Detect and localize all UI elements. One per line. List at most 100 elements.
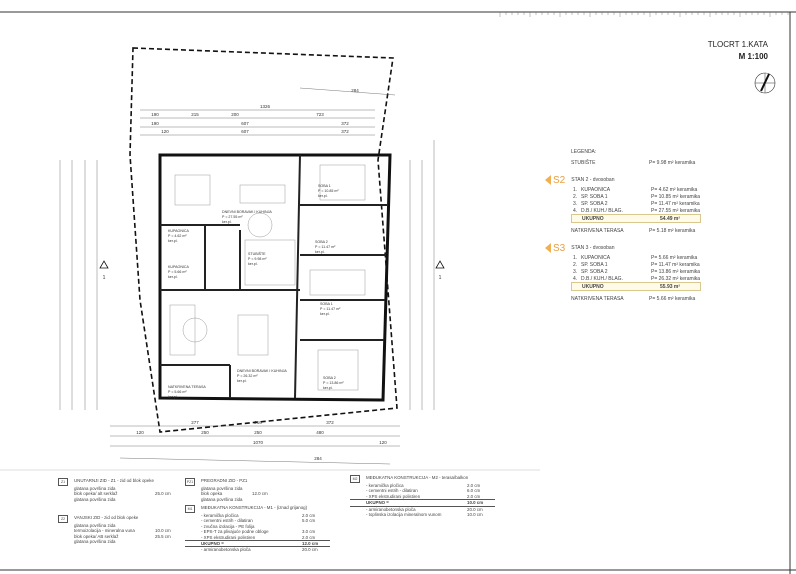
construction-note: PZ1 PREGRADNI ZID - PZ1 glatana površina z… [185,478,280,502]
room-name: SOBA 1 [318,184,331,188]
note-line: - XPS ekstrudirani polistiren 2.0 cm [350,494,495,499]
note-thickness [155,497,183,502]
note-title: PREGRADNI ZID - PZ1 [201,478,248,483]
svg-text:1: 1 [103,275,106,281]
note-thickness: 20.0 cm [302,547,318,553]
legend-stairs: STUBIŠTE P= 9.98 m² keramika [571,159,785,166]
room-name: D.B./ KUH./ BLAG. [581,275,623,282]
room-number: 3. [573,200,578,207]
dimension-label: 190 [151,112,159,117]
note-title: MEĐUKATNA KONSTRUKCIJA - M1 - (iznad gri… [201,505,308,510]
note-line: - armiranobetonska ploča 20.0 cm [185,547,330,552]
room-name: KUPAONICA [581,186,611,193]
legend-unit: S2 STAN 2 - dvosoban 1. KUPAONICA P= 4.6… [545,174,785,234]
room-number: 2. [573,261,578,268]
room-name: D.B./ KUH./ BLAG. [581,207,623,214]
room-area: P = 26.32 m² [237,374,258,378]
dimension-label: 216 [254,420,262,425]
room-floor: ker.pl. [323,386,333,390]
note-layer: - armiranobetonska ploča [201,547,251,553]
note-line: - toplinska izolacija mineralnom vunom 10… [350,512,495,517]
room-label: KUPAONICA P = 4.62 m² ker.pl. [168,229,190,243]
construction-note: Z2 VANJSKI ZID - zid od blok opeke glatana… [58,515,183,545]
dimension-label: 723 [316,112,324,117]
legend-total-row: UKUPNO 54.49 m² [571,214,701,223]
dimension-label: 284 [351,88,359,93]
room-name: SP. SOBA 1 [581,261,608,268]
note-thickness [252,497,280,502]
legend-stairs-name: STUBIŠTE [571,159,596,166]
room-area: P = 5.66 m² [168,390,187,394]
construction-note: M1 MEĐUKATNA KONSTRUKCIJA - M1 - (iznad g… [185,505,330,553]
sum-label: UKUPNO = [366,500,389,506]
svg-text:1: 1 [439,275,442,281]
dimension-label: 284 [314,456,322,461]
legend-total-row: UKUPNO 55.93 m² [571,282,701,291]
dimension-label: 607 [241,121,249,126]
note-code: M2 [350,475,360,483]
dimension-label: 372 [341,121,349,126]
room-name: NATKRIVENA TERASA [168,385,206,389]
dimension-label: 277 [191,420,199,425]
unit-title: STAN 3 - dvosoban [571,245,615,251]
note-layer: glatana površina zida [74,539,116,545]
legend-heading: LEGENDA: [571,148,597,155]
room-name: SOBA 2 [323,376,336,380]
room-floor: ker.pl. [168,395,178,399]
legend-room-row: 1. KUPAONICA P= 4.62 m² keramika [545,186,785,193]
legend-room-row: 4. D.B./ KUH./ BLAG. P= 26.32 m² keramik… [545,275,785,282]
dimension-label: 120 [379,440,387,445]
note-layer: - toplinska izolacija mineralnom vunom [366,512,442,518]
room-label: SOBA 1 P = 10.85 m² ker.pl. [318,184,339,198]
legend-terrace-row: NATKRIVENA TERASA P= 5.66 m² keramika [571,295,785,302]
room-floor: ker.pl. [248,262,258,266]
total-value: 55.93 m² [660,283,681,290]
room-floor: ker.pl. [168,239,178,243]
room-area: P= 11.47 m² keramika [651,261,700,268]
legend-stairs-area: P= 9.98 m² keramika [649,159,696,166]
building-outer-wall [158,153,392,402]
room-number: 2. [573,193,578,200]
room-label: KUPAONICA P = 5.66 m² ker.pl. [168,265,190,279]
room-area: P= 11.47 m² keramika [651,200,700,207]
note-sum: UKUPNO = 12.0 cm [185,540,330,548]
room-area: P = 5.66 m² [168,270,187,274]
room-area: P = 11.47 m² [315,245,336,249]
room-number: 1. [573,186,578,193]
legend-room-row: 2. SP. SOBA 1 P= 10.85 m² keramika [545,193,785,200]
room-name: DNEVNI BORAVAK I KUHINJA [237,369,287,373]
room-label: SOBA 2 P = 13.86 m² ker.pl. [323,376,344,390]
dimension-label: 372 [326,420,334,425]
dimension-label: 190 [151,121,159,126]
room-name: KUPAONICA [168,229,190,233]
dimension-label: 215 [191,112,199,117]
note-layer: glatana površina zida [74,496,116,502]
room-number: 4. [573,207,578,214]
room-name: KUPAONICA [581,254,611,261]
total-label: UKUPNO [582,215,604,222]
room-area: P = 27.55 m² [222,215,243,219]
room-area: P= 5.66 m² keramika [651,254,698,261]
terrace-name: NATKRIVENA TERASA [571,295,624,302]
note-thickness: 2.0 cm [467,493,481,499]
legend-room-row: 3. SP. SOBA 2 P= 13.86 m² keramika [545,268,785,275]
room-area: P= 13.86 m² keramika [651,268,701,275]
room-floor: ker.pl. [222,220,232,224]
note-layer: - XPS ekstrudirani polistiren [201,534,256,540]
room-number: 3. [573,268,578,275]
dimension-label: 120 [161,129,169,134]
legend-room-row: 3. SP. SOBA 2 P= 11.47 m² keramika [545,200,785,207]
sum-label: UKUPNO = [201,541,224,547]
dimension-label: 120 [136,430,144,435]
note-title: UNUTARNJI ZID - Z1 - zid od blok opeke [74,478,154,483]
note-layer: - XPS ekstrudirani polistiren [366,493,421,499]
drawing-title: TLOCRT 1.KATA [707,40,768,49]
note-sum: UKUPNO = 10.0 cm [350,499,495,507]
construction-note: Z1 UNUTARNJI ZID - Z1 - zid od blok opeke… [58,478,183,502]
note-thickness: 2.0 cm [302,534,316,540]
note-code: M1 [185,505,195,513]
legend-terrace-row: NATKRIVENA TERASA P= 5.18 m² keramika [571,227,785,234]
interior-walls [160,154,387,399]
room-label: STUBIŠTE P = 9.98 m² ker.pl. [248,251,267,266]
legend-room-row: 2. SP. SOBA 1 P= 11.47 m² keramika [545,261,785,268]
